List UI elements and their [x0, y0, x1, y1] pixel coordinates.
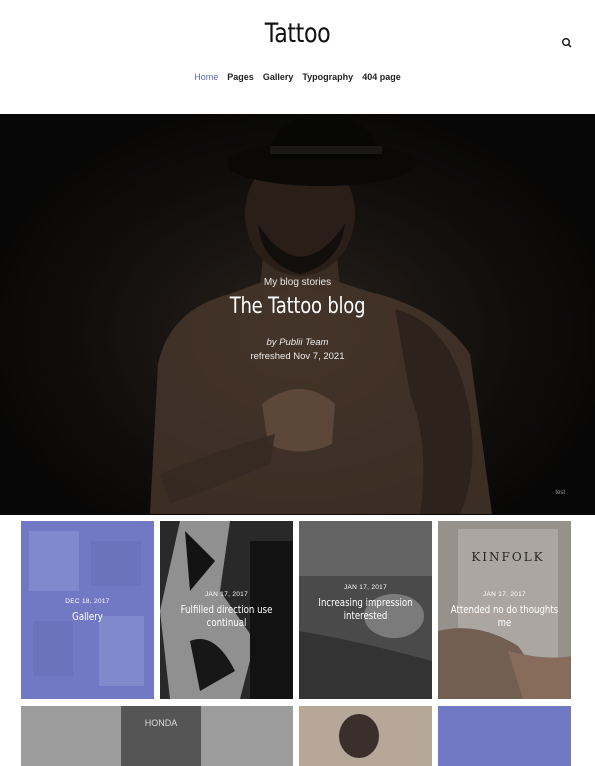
nav-item-home[interactable]: Home [194, 72, 218, 82]
post-card-fulfilled[interactable]: JAN 17, 2017 Fulfilled direction use con… [160, 521, 293, 699]
post-title[interactable]: Gallery [33, 611, 142, 624]
card-image [29, 531, 144, 686]
hero-date: refreshed Nov 7, 2021 [250, 351, 345, 362]
nav-item-typography[interactable]: Typography [302, 72, 353, 82]
hero-image-credit: test [555, 490, 565, 496]
post-date: JAN 17, 2017 [344, 584, 387, 591]
post-card-gallery[interactable]: DEC 18, 2017 Gallery [21, 521, 154, 699]
card-image [299, 706, 432, 766]
svg-text:HONDA: HONDA [145, 718, 178, 728]
hero-author[interactable]: by Publii Team [0, 337, 595, 348]
hero-banner: My blog stories The Tattoo blog by Publi… [0, 114, 595, 515]
post-date: JAN 17, 2017 [483, 591, 526, 598]
card-image: HONDA [21, 706, 293, 766]
post-card-attended[interactable]: KINFOLK JAN 17, 2017 Attended no do thou… [438, 521, 571, 699]
hero-title: The Tattoo blog [229, 294, 366, 319]
post-title[interactable]: Increasing impression interested [311, 597, 420, 623]
site-logo[interactable]: Tattoo [54, 18, 542, 49]
nav-item-gallery[interactable]: Gallery [263, 72, 294, 82]
site-header: Tattoo Home Pages Gallery Typography 404… [0, 0, 595, 114]
nav-item-pages[interactable]: Pages [227, 72, 254, 82]
post-card-row2-c[interactable] [438, 706, 571, 766]
post-card-row2-b[interactable] [299, 706, 432, 766]
post-card-increasing[interactable]: JAN 17, 2017 Increasing impression inter… [299, 521, 432, 699]
post-date: JAN 17, 2017 [205, 591, 248, 598]
nav-item-404[interactable]: 404 page [362, 72, 401, 82]
post-date: DEC 18, 2017 [65, 598, 110, 605]
hero-subtitle: My blog stories [263, 277, 332, 288]
post-title[interactable]: Fulfilled direction use continual [172, 604, 281, 630]
post-title[interactable]: Attended no do thoughts me [450, 604, 559, 630]
main-nav: Home Pages Gallery Typography 404 page [0, 72, 595, 82]
search-icon[interactable] [561, 37, 573, 49]
post-card-row2-a[interactable]: HONDA [21, 706, 293, 766]
